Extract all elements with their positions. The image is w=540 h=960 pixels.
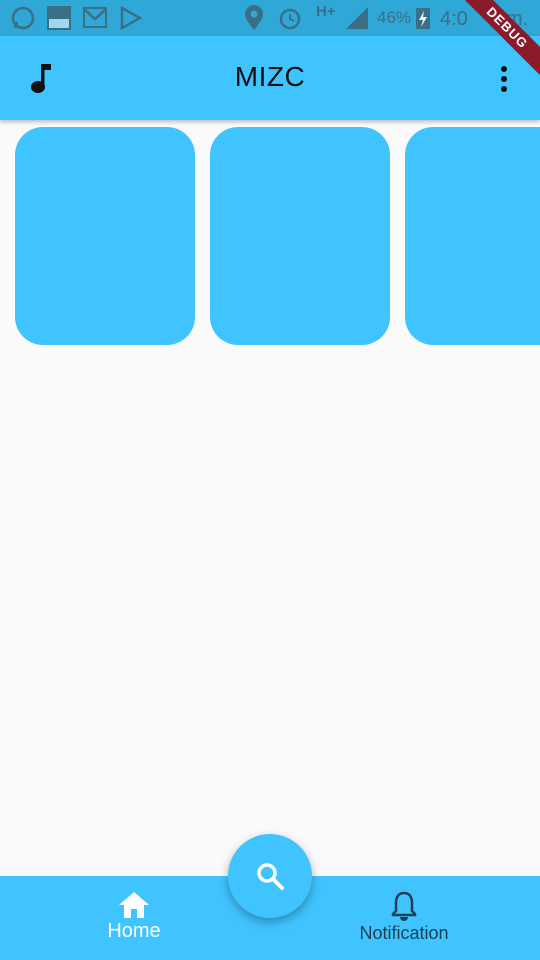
gmail-icon [83,7,107,28]
gallery-icon [47,6,71,30]
card-carousel[interactable] [0,127,540,345]
search-icon [257,863,284,890]
clock: 4:0 [440,8,468,30]
more-vert-icon[interactable] [494,64,514,94]
home-icon [119,892,149,918]
whatsapp-icon [11,6,35,30]
app-bar: MIZC [0,36,540,120]
clock-suffix: m. [506,8,529,30]
bell-icon [391,891,417,921]
app-title: MIZC [234,61,306,92]
card[interactable] [15,127,195,345]
alarm-icon [279,8,301,30]
nav-item-home[interactable]: Home [84,890,184,943]
status-bar: H+ 46% 4:0 m. [0,0,540,36]
battery-charging-icon [416,8,430,29]
signal-icon [346,7,368,29]
play-store-icon [120,5,143,31]
card[interactable] [210,127,390,345]
search-fab[interactable] [228,834,312,918]
battery-percent: 46% [377,8,412,27]
nav-label-notification: Notification [359,923,449,943]
location-icon [245,5,263,30]
nav-item-notification[interactable]: Notification [344,890,464,944]
network-type: H+ [316,3,336,20]
nav-label-home: Home [107,920,161,942]
card[interactable] [405,127,540,345]
